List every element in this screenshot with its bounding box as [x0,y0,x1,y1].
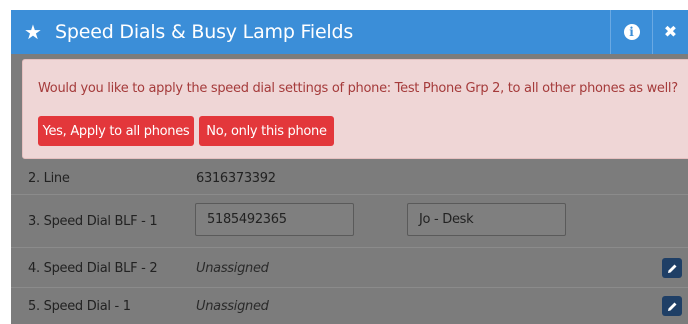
alert-message: Would you like to apply the speed dial s… [38,81,678,96]
edit-button[interactable] [662,258,682,278]
modal-header: ★ Speed Dials & Busy Lamp Fields i ✖ [11,10,688,54]
only-this-phone-button[interactable]: No, only this phone [199,116,334,146]
speed-dial-number-field[interactable]: 5185492365 [195,203,354,236]
info-button[interactable]: i [610,10,652,54]
row-label: 2. Line [28,171,70,186]
row-label: 3. Speed Dial BLF - 1 [28,214,158,229]
apply-alert: Would you like to apply the speed dial s… [22,59,688,159]
edit-button[interactable] [662,296,682,316]
row-value: Unassigned [196,261,269,276]
line-row: 2. Line 6316373392 [11,160,688,195]
speed-dial-blf-1-row: 3. Speed Dial BLF - 1 5185492365 Jo - De… [11,195,688,248]
speed-dial-1-row: 5. Speed Dial - 1 Unassigned [11,288,688,324]
row-value: 6316373392 [196,171,276,186]
pencil-icon [667,264,676,273]
pencil-icon [667,302,676,311]
speed-dial-blf-2-row: 4. Speed Dial BLF - 2 Unassigned [11,248,688,288]
close-icon: ✖ [663,24,678,41]
star-icon: ★ [24,21,42,44]
field-value: 5185492365 [207,212,287,227]
modal-title: Speed Dials & Busy Lamp Fields [55,21,354,43]
row-value: Unassigned [196,299,269,314]
row-label: 5. Speed Dial - 1 [28,299,131,314]
apply-all-button[interactable]: Yes, Apply to all phones [38,116,194,146]
info-icon: i [623,24,640,40]
field-value: Jo - Desk [419,212,474,227]
speed-dial-name-field[interactable]: Jo - Desk [407,203,566,236]
row-label: 4. Speed Dial BLF - 2 [28,261,158,276]
close-button[interactable]: ✖ [652,10,688,54]
